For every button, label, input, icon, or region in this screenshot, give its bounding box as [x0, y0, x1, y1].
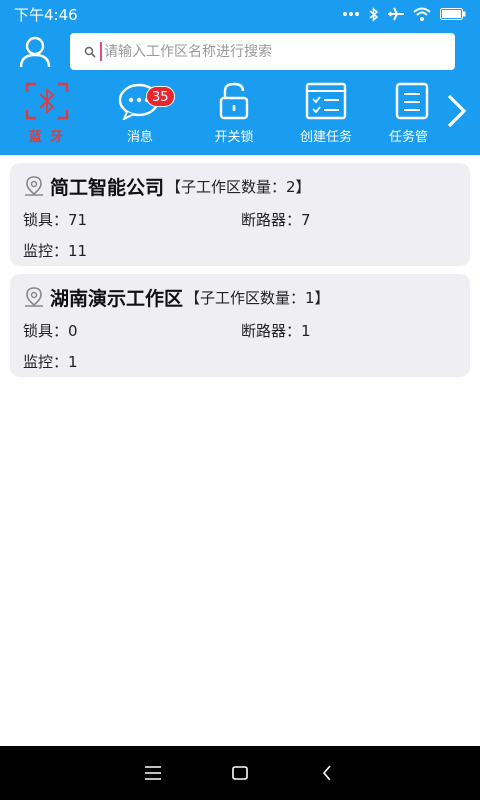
breaker-count: 断路器：7: [241, 211, 311, 229]
toolbar-label: 任务管: [389, 130, 429, 145]
lock-count: 锁具：71: [23, 211, 88, 229]
back-button[interactable]: [307, 753, 347, 793]
toolbar-item-create-task[interactable]: 创建任务: [281, 80, 371, 145]
location-pin-icon: [25, 176, 43, 196]
chevron-right-icon[interactable]: [446, 94, 468, 128]
home-square-icon: [232, 766, 248, 780]
location-pin-icon: [25, 287, 43, 307]
toolbar-label: 蓝 牙: [28, 130, 66, 145]
system-nav-bar: [0, 746, 480, 800]
header: 下午4:46 蓝 牙: [0, 0, 480, 155]
search-row: [0, 32, 480, 72]
lock-count: 锁具：0: [23, 322, 78, 340]
task-list-icon: [395, 82, 429, 120]
toolbar-item-lock[interactable]: 开关锁: [189, 80, 279, 145]
toolbar: 蓝 牙 35 消息 开关锁 创建任务 任务管: [0, 80, 480, 150]
lock-icon: [219, 82, 249, 120]
back-icon: [322, 765, 331, 781]
user-avatar-icon[interactable]: [19, 36, 51, 68]
status-time: 下午4:46: [14, 5, 78, 24]
text-caret: [100, 42, 102, 61]
status-bar: 下午4:46: [0, 0, 480, 28]
menu-button[interactable]: [133, 753, 173, 793]
toolbar-item-message[interactable]: 35 消息: [95, 80, 185, 145]
monitor-count: 监控：1: [23, 353, 78, 371]
toolbar-item-task-manage[interactable]: 任务管: [375, 80, 435, 145]
breaker-count: 断路器：1: [241, 322, 311, 340]
search-input[interactable]: [104, 43, 424, 60]
workspace-name: 湖南演示工作区: [50, 287, 184, 310]
toolbar-label: 开关锁: [214, 130, 254, 145]
status-icons: [342, 6, 466, 22]
bluetooth-scan-icon: [25, 82, 69, 120]
bluetooth-icon: [369, 6, 379, 22]
workspace-card[interactable]: 简工智能公司 【子工作区数量：2】 锁具：71 断路器：7 监控：11: [10, 163, 470, 266]
monitor-count: 监控：11: [23, 242, 88, 260]
menu-icon: [145, 766, 162, 780]
toolbar-label: 创建任务: [299, 130, 352, 145]
home-button[interactable]: [220, 753, 260, 793]
more-dots-icon: [343, 12, 359, 16]
sub-workspace-count: 【子工作区数量：1】: [185, 288, 330, 307]
battery-icon: [440, 8, 466, 20]
workspace-name: 简工智能公司: [50, 176, 165, 199]
search-icon: [84, 46, 96, 58]
sub-workspace-count: 【子工作区数量：2】: [166, 177, 311, 196]
message-badge: 35: [146, 86, 175, 107]
airplane-icon: [388, 7, 404, 21]
workspace-list: 简工智能公司 【子工作区数量：2】 锁具：71 断路器：7 监控：11 湖南演示…: [10, 163, 470, 385]
wifi-icon: [413, 7, 431, 21]
workspace-card[interactable]: 湖南演示工作区 【子工作区数量：1】 锁具：0 断路器：1 监控：1: [10, 274, 470, 377]
task-checklist-icon: [305, 82, 347, 120]
search-box[interactable]: [70, 33, 455, 70]
toolbar-label: 消息: [126, 130, 153, 145]
toolbar-item-bluetooth[interactable]: 蓝 牙: [2, 80, 92, 145]
